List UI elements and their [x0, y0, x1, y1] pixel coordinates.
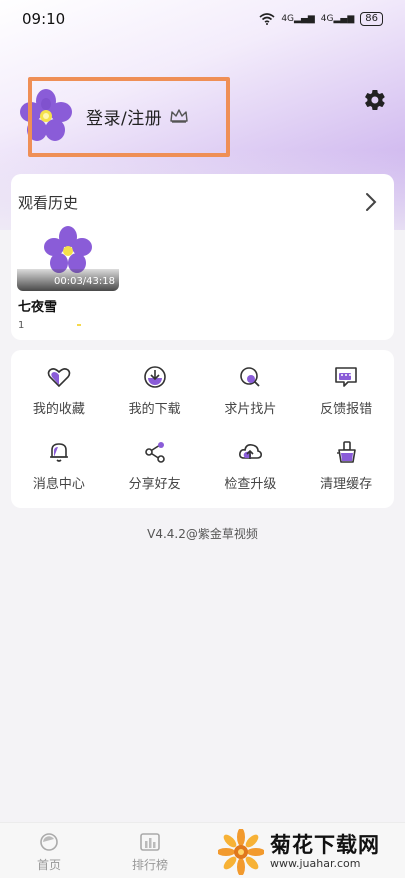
profile-section[interactable]: 登录/注册: [18, 88, 188, 144]
feature-label: 检查升级: [224, 477, 277, 492]
feature-downloads[interactable]: 我的下载: [107, 364, 203, 417]
gear-icon[interactable]: [363, 88, 387, 112]
signal-label: 4G: [281, 14, 295, 24]
login-register-link[interactable]: 登录/注册: [86, 104, 162, 129]
feature-label: 反馈报错: [320, 402, 373, 417]
chrysanthemum-logo-icon: [218, 829, 264, 875]
nav-item-home[interactable]: 首页: [37, 831, 61, 873]
signal-strength-icon: 4G▂▄▆: [281, 14, 315, 24]
feature-feedback[interactable]: 反馈报错: [298, 364, 394, 417]
download-icon: [143, 366, 166, 388]
history-thumbnail[interactable]: 00:03/43:18: [17, 225, 119, 291]
watch-history-card: 观看历史 00:03/43:18 七夜雪 1: [11, 174, 394, 340]
feature-request-film[interactable]: 求片找片: [203, 364, 299, 417]
feature-share[interactable]: 分享好友: [107, 439, 203, 492]
feature-label: 我的下载: [128, 402, 181, 417]
feature-clear-cache[interactable]: 清理缓存: [298, 439, 394, 492]
signal-label-2: 4G: [320, 14, 334, 24]
share-icon: [144, 442, 165, 463]
site-watermark: 菊花下载网 www.juahar.com: [218, 826, 405, 878]
progress-dot: [77, 324, 81, 326]
avatar[interactable]: [18, 88, 74, 144]
feature-messages[interactable]: 消息中心: [11, 439, 107, 492]
feature-label: 清理缓存: [320, 477, 373, 492]
history-item-title[interactable]: 七夜雪: [18, 296, 57, 315]
feature-grid: 我的收藏 我的下载 求片找片 反馈报错 消息中心 分享好友 检查升级 清理缓存: [11, 364, 394, 492]
search-film-icon: [240, 367, 261, 387]
feature-favorites[interactable]: 我的收藏: [11, 364, 107, 417]
cloud-upload-icon: [239, 444, 263, 459]
signal-strength-icon-2: 4G▂▄▆: [320, 14, 355, 24]
watermark-url: www.juahar.com: [270, 857, 361, 870]
nav-label: 首页: [37, 858, 62, 872]
feature-label: 我的收藏: [32, 402, 85, 417]
version-text: V4.4.2@紫金草视频: [147, 527, 258, 541]
feature-label: 消息中心: [32, 477, 85, 492]
feature-label: 分享好友: [128, 477, 181, 492]
nav-item-ranking[interactable]: 排行榜: [132, 831, 168, 873]
chevron-right-icon[interactable]: [364, 192, 378, 212]
history-duration: 00:03/43:18: [53, 276, 115, 287]
status-icons: 4G▂▄▆ 4G▂▄▆ 86: [259, 12, 383, 26]
broom-icon: [337, 441, 356, 463]
history-title: 观看历史: [18, 194, 79, 212]
flower-avatar-icon: [20, 89, 72, 141]
status-bar: 09:10 4G▂▄▆ 4G▂▄▆ 86: [0, 0, 405, 38]
feedback-icon: [335, 367, 357, 387]
feature-grid-card: 我的收藏 我的下载 求片找片 反馈报错 消息中心 分享好友 检查升级 清理缓存: [11, 350, 394, 508]
nav-label: 排行榜: [132, 858, 169, 872]
battery-indicator: 86: [360, 12, 383, 26]
bell-icon: [49, 443, 68, 462]
watermark-title: 菊花下载网: [270, 833, 380, 857]
status-time: 09:10: [22, 10, 66, 28]
feature-check-update[interactable]: 检查升级: [203, 439, 299, 492]
ranking-icon: [140, 833, 160, 851]
wifi-icon: [259, 13, 275, 25]
heart-icon: [47, 368, 71, 388]
home-icon: [40, 833, 58, 851]
watermark-text: 菊花下载网 www.juahar.com: [270, 833, 380, 871]
crown-icon: [170, 109, 188, 123]
feature-label: 求片找片: [224, 402, 277, 417]
history-item-progress: 1: [18, 320, 25, 331]
